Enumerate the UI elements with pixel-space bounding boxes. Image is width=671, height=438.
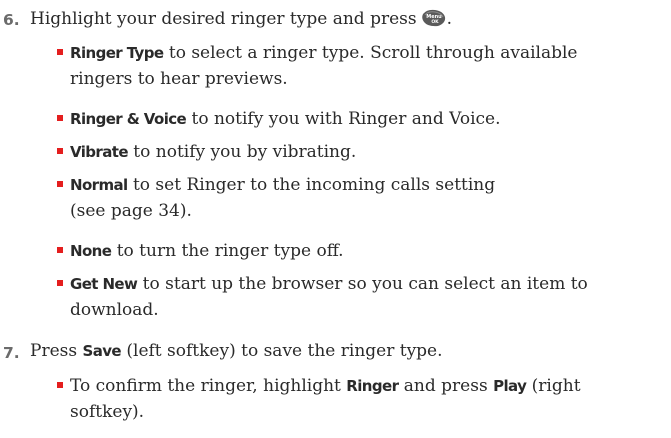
- option-description: (right: [526, 376, 581, 396]
- instruction-text-end: (left softkey) to save the ringer type.: [120, 341, 443, 361]
- option-description-continued: (see page 34).: [70, 201, 192, 221]
- option-description: to start up the browser so you can selec…: [137, 274, 588, 294]
- bullet-marker: [57, 148, 63, 154]
- step-instruction: Press Save (left softkey) to save the ri…: [30, 341, 443, 361]
- bullet-marker: [57, 49, 63, 55]
- instruction-text: Press: [30, 341, 83, 361]
- instruction-text: Highlight your desired ringer type and p…: [30, 9, 417, 29]
- option-description: and press: [398, 376, 494, 396]
- menu-ok-key-icon: Menu OK: [421, 8, 447, 28]
- bullet-marker: [57, 115, 63, 121]
- option-keyword: Play: [493, 377, 527, 395]
- bullet-marker: [57, 382, 63, 388]
- step-number: 7.: [3, 344, 20, 362]
- bullet-marker: [57, 181, 63, 187]
- softkey-keyword: Save: [82, 342, 121, 360]
- option-description: To confirm the ringer, highlight: [70, 376, 347, 396]
- option-keyword: Ringer & Voice: [70, 110, 187, 128]
- option-description: to notify you with Ringer and Voice.: [186, 109, 501, 129]
- option-keyword: Get New: [70, 275, 138, 293]
- option-description-continued: ringers to hear previews.: [70, 69, 288, 89]
- option-description: to notify you by vibrating.: [127, 142, 357, 162]
- instruction-text-end: .: [446, 9, 452, 29]
- option-description-continued: softkey).: [70, 402, 145, 422]
- bullet-marker: [57, 247, 63, 253]
- option-description: to turn the ringer type off.: [111, 241, 344, 261]
- step-number: 6.: [3, 11, 20, 29]
- option-description: to set Ringer to the incoming calls sett…: [127, 175, 496, 195]
- option-keyword: Ringer Type: [70, 44, 164, 62]
- option-keyword: None: [70, 242, 112, 260]
- option-keyword: Ringer: [346, 377, 399, 395]
- step-instruction: Highlight your desired ringer type and p…: [30, 8, 452, 29]
- option-keyword: Vibrate: [70, 143, 128, 161]
- option-keyword: Normal: [70, 176, 128, 194]
- option-description: to select a ringer type. Scroll through …: [163, 43, 578, 63]
- option-description-continued: download.: [70, 300, 159, 320]
- bullet-marker: [57, 280, 63, 286]
- svg-text:OK: OK: [431, 19, 439, 25]
